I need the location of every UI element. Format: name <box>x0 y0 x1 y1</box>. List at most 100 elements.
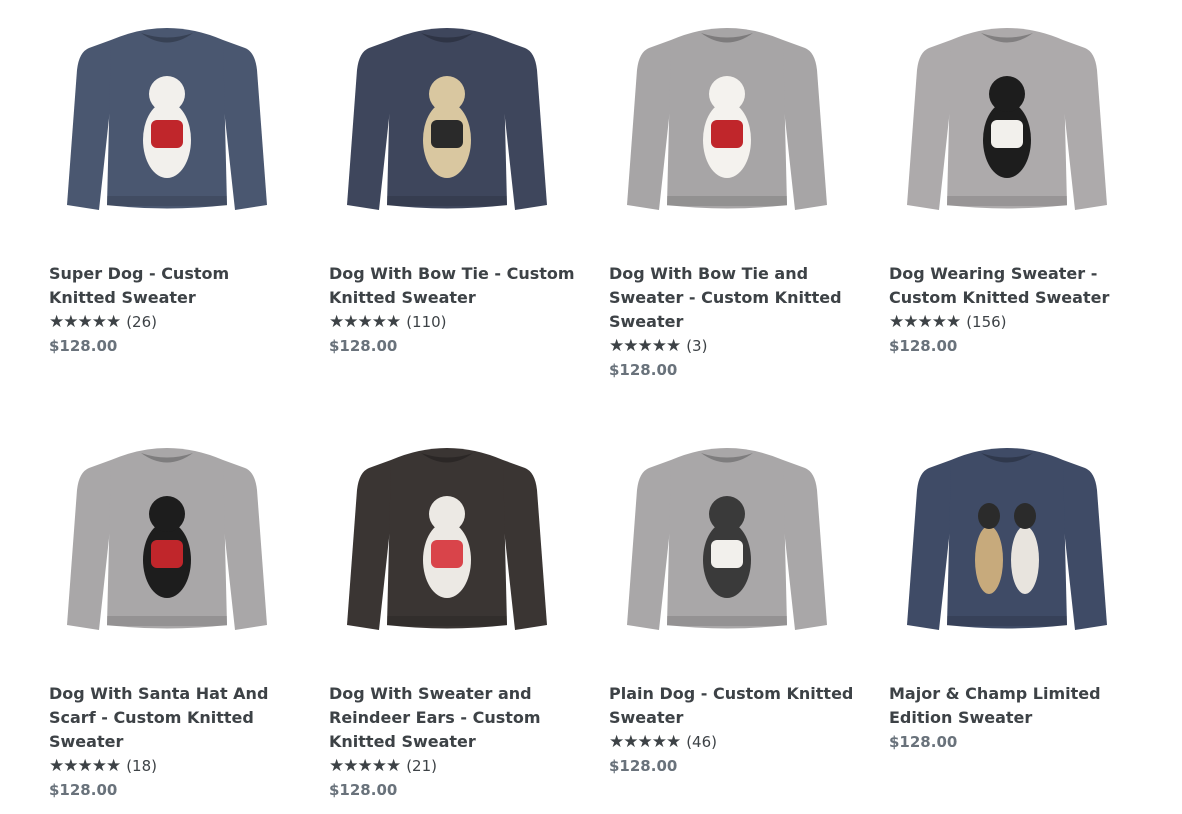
sweater-sleeve-left <box>347 40 391 210</box>
product-title[interactable]: Dog Wearing Sweater - Custom Knitted Swe… <box>889 262 1135 310</box>
product-rating: ★★★★★ (18) <box>49 754 329 778</box>
dog-accessory <box>711 120 743 148</box>
dog-left-head <box>978 503 1000 529</box>
dog-head <box>149 496 185 532</box>
sweater-sleeve-left <box>627 40 671 210</box>
sweater-sleeve-left <box>907 460 951 630</box>
sweater-sleeve-right <box>783 40 827 210</box>
product-card[interactable]: Plain Dog - Custom Knitted Sweater ★★★★★… <box>609 420 889 814</box>
product-title[interactable]: Plain Dog - Custom Knitted Sweater <box>609 682 855 730</box>
dog-right <box>1011 526 1039 594</box>
star-rating-icon: ★★★★★ <box>609 732 681 752</box>
product-card[interactable]: Major & Champ Limited Edition Sweater $1… <box>889 420 1169 814</box>
product-title[interactable]: Super Dog - Custom Knitted Sweater <box>49 262 295 310</box>
product-rating: ★★★★★ (156) <box>889 310 1169 334</box>
product-title[interactable]: Dog With Bow Tie - Custom Knitted Sweate… <box>329 262 575 310</box>
review-count: (21) <box>406 757 437 775</box>
product-title[interactable]: Dog With Sweater and Reindeer Ears - Cus… <box>329 682 575 754</box>
sweater-sleeve-left <box>67 40 111 210</box>
sweater-sleeve-left <box>907 40 951 210</box>
product-card[interactable]: Dog With Bow Tie and Sweater - Custom Kn… <box>609 0 889 420</box>
product-card[interactable]: Dog With Bow Tie - Custom Knitted Sweate… <box>329 0 609 420</box>
product-card[interactable]: Dog With Sweater and Reindeer Ears - Cus… <box>329 420 609 814</box>
product-price: $128.00 <box>889 337 958 355</box>
dog-accessory <box>711 540 743 568</box>
review-count: (156) <box>966 313 1007 331</box>
sweater-hem <box>107 616 227 626</box>
star-rating-icon: ★★★★★ <box>889 312 961 332</box>
product-rating: ★★★★★ (26) <box>49 310 329 334</box>
product-image[interactable] <box>329 420 565 672</box>
product-title[interactable]: Major & Champ Limited Edition Sweater <box>889 682 1135 730</box>
sweater-hem <box>107 196 227 206</box>
product-price: $128.00 <box>49 781 118 799</box>
sweater-image <box>627 28 827 210</box>
product-title[interactable]: Dog With Santa Hat And Scarf - Custom Kn… <box>49 682 295 754</box>
sweater-hem <box>947 616 1067 626</box>
sweater-image <box>907 28 1107 210</box>
dog-left <box>975 526 1003 594</box>
product-card[interactable]: Dog Wearing Sweater - Custom Knitted Swe… <box>889 0 1169 420</box>
sweater-sleeve-right <box>223 460 267 630</box>
product-price: $128.00 <box>889 733 958 751</box>
product-price: $128.00 <box>329 337 398 355</box>
product-rating: ★★★★★ (110) <box>329 310 609 334</box>
sweater-sleeve-left <box>67 460 111 630</box>
sweater-image <box>347 448 547 630</box>
product-price: $128.00 <box>49 337 118 355</box>
sweater-hem <box>667 196 787 206</box>
dog-head <box>149 76 185 112</box>
star-rating-icon: ★★★★★ <box>609 336 681 356</box>
sweater-sleeve-right <box>783 460 827 630</box>
star-rating-icon: ★★★★★ <box>329 312 401 332</box>
product-card[interactable]: Super Dog - Custom Knitted Sweater ★★★★★… <box>49 0 329 420</box>
dog-accessory <box>431 120 463 148</box>
product-image[interactable] <box>49 0 285 252</box>
sweater-hem <box>387 196 507 206</box>
dog-accessory <box>151 120 183 148</box>
review-count: (110) <box>406 313 447 331</box>
sweater-sleeve-right <box>1063 460 1107 630</box>
sweater-hem <box>947 196 1067 206</box>
review-count: (3) <box>686 337 708 355</box>
product-rating: ★★★★★ (3) <box>609 334 889 358</box>
review-count: (18) <box>126 757 157 775</box>
sweater-image <box>67 28 267 210</box>
sweater-image <box>907 448 1107 630</box>
product-image[interactable] <box>609 0 845 252</box>
sweater-image <box>627 448 827 630</box>
dog-accessory <box>151 540 183 568</box>
review-count: (26) <box>126 313 157 331</box>
sweater-sleeve-right <box>223 40 267 210</box>
product-card[interactable]: Dog With Santa Hat And Scarf - Custom Kn… <box>49 420 329 814</box>
star-rating-icon: ★★★★★ <box>49 312 121 332</box>
product-rating: ★★★★★ (46) <box>609 730 889 754</box>
star-rating-icon: ★★★★★ <box>49 756 121 776</box>
dog-head <box>429 76 465 112</box>
dog-right-head <box>1014 503 1036 529</box>
dog-head <box>429 496 465 532</box>
dog-accessory <box>431 540 463 568</box>
product-rating: ★★★★★ (21) <box>329 754 609 778</box>
sweater-hem <box>387 616 507 626</box>
review-count: (46) <box>686 733 717 751</box>
product-title[interactable]: Dog With Bow Tie and Sweater - Custom Kn… <box>609 262 855 334</box>
sweater-sleeve-left <box>627 460 671 630</box>
product-image[interactable] <box>329 0 565 252</box>
product-image[interactable] <box>609 420 845 672</box>
sweater-sleeve-right <box>1063 40 1107 210</box>
sweater-sleeve-left <box>347 460 391 630</box>
sweater-sleeve-right <box>503 40 547 210</box>
sweater-hem <box>667 616 787 626</box>
dog-head <box>709 496 745 532</box>
product-price: $128.00 <box>329 781 398 799</box>
sweater-body <box>947 448 1067 629</box>
product-price: $128.00 <box>609 361 678 379</box>
dog-accessory <box>991 120 1023 148</box>
product-image[interactable] <box>49 420 285 672</box>
product-grid: Super Dog - Custom Knitted Sweater ★★★★★… <box>49 0 1169 814</box>
product-image[interactable] <box>889 420 1125 672</box>
product-image[interactable] <box>889 0 1125 252</box>
dog-head <box>709 76 745 112</box>
sweater-sleeve-right <box>503 460 547 630</box>
